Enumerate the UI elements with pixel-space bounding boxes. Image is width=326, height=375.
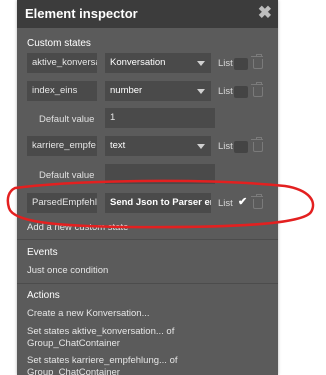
list-label-4: List xyxy=(218,198,233,209)
actions-heading: Actions xyxy=(27,290,60,301)
element-inspector-panel: Element inspector ✖ Custom states aktive… xyxy=(17,0,278,375)
action-item[interactable]: Create a new Konversation... xyxy=(27,308,150,319)
state-name-field-4[interactable]: ParsedEmpfehl xyxy=(27,193,97,213)
list-label-1: List xyxy=(218,58,233,69)
state-name-field-3[interactable]: karriere_empfe xyxy=(27,136,97,156)
state-type-dropdown-4[interactable]: Send Json to Parser em xyxy=(105,193,211,213)
state-type-dropdown-2[interactable]: number xyxy=(105,81,211,101)
events-heading: Events xyxy=(27,247,58,258)
list-checkbox-3[interactable] xyxy=(234,141,248,153)
chevron-down-icon xyxy=(197,144,205,149)
title-bar[interactable]: Element inspector ✖ xyxy=(17,0,278,28)
state-type-dropdown-1[interactable]: Konversation xyxy=(105,53,211,73)
divider xyxy=(17,283,278,284)
default-value-label-3: Default value xyxy=(39,170,95,181)
checkmark-icon[interactable]: ✔ xyxy=(238,195,247,208)
default-value-field-2[interactable]: 1 xyxy=(105,108,215,128)
custom-states-heading: Custom states xyxy=(27,38,91,49)
trash-icon[interactable] xyxy=(251,137,263,152)
state-type-dropdown-3[interactable]: text xyxy=(105,136,211,156)
divider xyxy=(17,239,278,240)
state-type-value-3: text xyxy=(110,140,126,151)
chevron-down-icon xyxy=(197,61,205,66)
trash-icon[interactable] xyxy=(251,54,263,69)
trash-icon[interactable] xyxy=(251,82,263,97)
trash-icon[interactable] xyxy=(251,194,263,209)
state-name-field-2[interactable]: index_eins xyxy=(27,81,97,101)
action-item[interactable]: Set states karriere_empfehlung... of xyxy=(27,355,178,366)
close-icon[interactable]: ✖ xyxy=(258,3,272,23)
list-label-3: List xyxy=(218,141,233,152)
state-type-value-2: number xyxy=(110,85,143,96)
action-item[interactable]: Set states aktive_konversation... of xyxy=(27,326,174,337)
add-custom-state-link[interactable]: Add a new custom state xyxy=(27,222,128,233)
action-item-subtext: Group_ChatContainer xyxy=(27,338,120,349)
list-checkbox-2[interactable] xyxy=(234,86,248,98)
action-item-subtext: Group_ChatContainer xyxy=(27,367,120,375)
event-item[interactable]: Just once condition xyxy=(27,265,108,276)
state-type-value-1: Konversation xyxy=(110,57,166,68)
list-checkbox-1[interactable] xyxy=(234,58,248,70)
state-name-field-1[interactable]: aktive_konversa xyxy=(27,53,97,73)
default-value-label-2: Default value xyxy=(39,114,95,125)
default-value-field-3[interactable] xyxy=(105,164,215,184)
state-type-value-4: Send Json to Parser em xyxy=(110,197,211,208)
panel-title: Element inspector xyxy=(25,6,138,21)
list-label-2: List xyxy=(218,86,233,97)
chevron-down-icon xyxy=(197,89,205,94)
